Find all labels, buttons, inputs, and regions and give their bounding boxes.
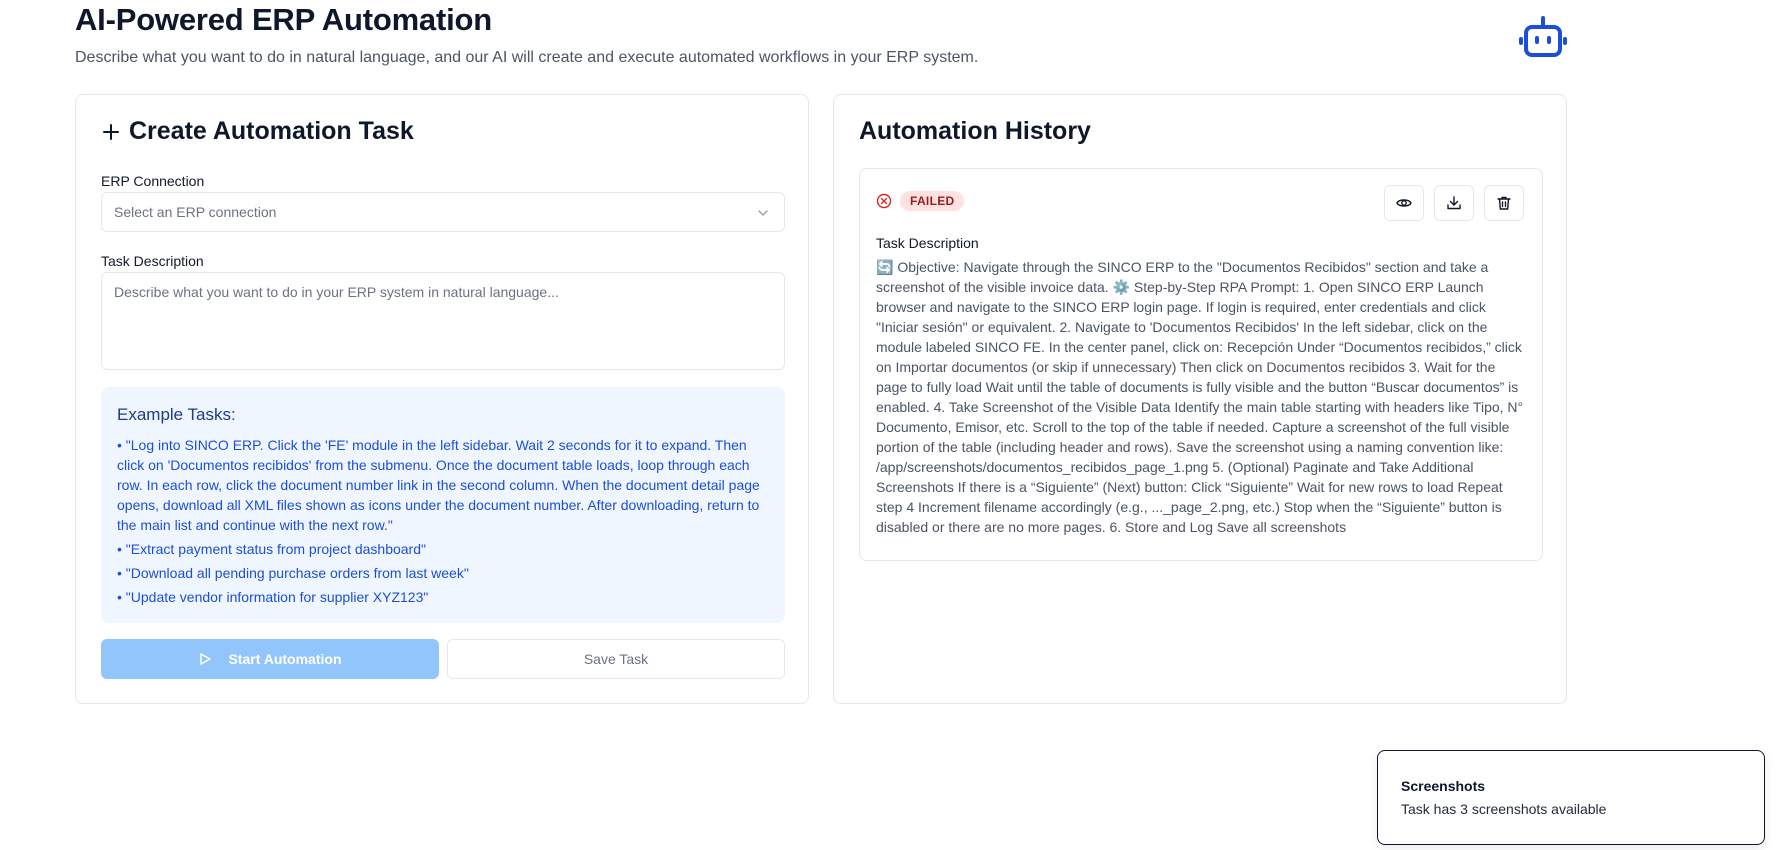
example-tasks-list: • "Log into SINCO ERP. Click the 'FE' mo… <box>117 435 773 611</box>
status-badge: FAILED <box>900 191 965 211</box>
history-item: FAILED Task Description 🔄 Objective: Nav… <box>859 168 1543 561</box>
screenshots-toast[interactable]: Screenshots Task has 3 screenshots avail… <box>1377 750 1765 845</box>
create-task-heading: Create Automation Task <box>101 117 414 146</box>
save-task-label: Save Task <box>583 651 649 667</box>
view-button[interactable] <box>1384 185 1424 221</box>
task-description-placeholder: Describe what you want to do in your ERP… <box>114 284 559 300</box>
start-automation-label: Start Automation <box>228 651 342 667</box>
eye-icon <box>1396 199 1412 207</box>
automation-history-title: Automation History <box>859 117 1091 145</box>
download-icon <box>1447 196 1461 210</box>
example-task-item: • "Update vendor information for supplie… <box>117 589 429 605</box>
bot-icon <box>1519 16 1567 57</box>
example-task-item: • "Log into SINCO ERP. Click the 'FE' mo… <box>117 437 760 533</box>
example-tasks-title: Example Tasks: <box>117 405 236 424</box>
toast-description: Task has 3 screenshots available <box>1401 801 1607 817</box>
page-header: AI-Powered ERP Automation Describe what … <box>75 0 1567 80</box>
task-description-input[interactable]: Describe what you want to do in your ERP… <box>101 272 785 370</box>
chevron-down-icon <box>758 210 768 216</box>
save-task-button[interactable]: Save Task <box>447 639 785 679</box>
example-tasks-panel: Example Tasks: • "Log into SINCO ERP. Cl… <box>101 387 785 623</box>
erp-connection-placeholder: Select an ERP connection <box>114 204 277 220</box>
page-title: AI-Powered ERP Automation <box>75 2 492 37</box>
example-task-item: • "Extract payment status from project d… <box>117 541 426 557</box>
plus-icon <box>103 123 119 140</box>
create-task-title: Create Automation Task <box>129 117 414 145</box>
erp-connection-label: ERP Connection <box>101 173 205 189</box>
page-subtitle: Describe what you want to do in natural … <box>75 49 979 66</box>
example-task-item: • "Download all pending purchase orders … <box>117 565 469 581</box>
trash-icon <box>1497 196 1511 210</box>
automation-history-card: Automation History FAILED Task Descripti… <box>833 94 1567 704</box>
task-description-label: Task Description <box>101 253 204 269</box>
x-circle-icon <box>876 193 892 209</box>
start-automation-button[interactable]: Start Automation <box>101 639 439 679</box>
play-icon <box>200 653 212 665</box>
erp-connection-select[interactable]: Select an ERP connection <box>101 192 785 232</box>
toast-title: Screenshots <box>1401 778 1486 794</box>
delete-button[interactable] <box>1484 185 1524 221</box>
download-button[interactable] <box>1434 185 1474 221</box>
status-row: FAILED <box>876 191 965 211</box>
create-task-card: Create Automation Task ERP Connection Se… <box>75 94 809 704</box>
history-task-description-label: Task Description <box>876 235 979 251</box>
history-task-description: 🔄 Objective: Navigate through the SINCO … <box>876 259 1524 535</box>
